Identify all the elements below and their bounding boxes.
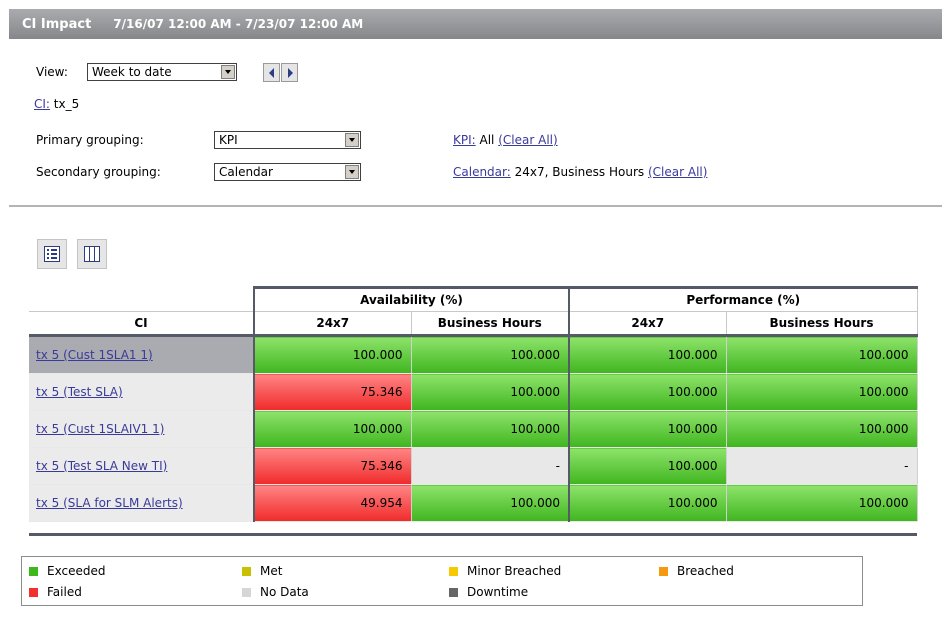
availability-business-hours-cell: - (411, 447, 570, 485)
secondary-grouping-label: Secondary grouping: (36, 165, 161, 179)
calendar-clear-all-link[interactable]: (Clear All) (648, 165, 707, 179)
performance-business-hours-cell: 100.000 (726, 484, 918, 522)
impact-table: Availability (%) Performance (%) CI 24x7… (29, 286, 918, 522)
secondary-grouping-select[interactable]: Calendar (214, 163, 361, 181)
status-legend: Exceeded Met Minor Breached Breached Fai… (21, 556, 863, 606)
legend-item: Downtime (449, 585, 528, 599)
columns-icon (84, 246, 100, 262)
availability-24x7-cell: 100.000 (253, 410, 412, 448)
view-select-value: Week to date (92, 65, 172, 79)
performance-business-hours-cell: 100.000 (726, 335, 918, 374)
legend-swatch (29, 588, 38, 597)
next-period-button[interactable] (281, 63, 298, 82)
arrow-right-icon (288, 68, 293, 78)
ci-value: tx_5 (53, 97, 80, 111)
table-row: tx 5 (Test SLA New TI) 75.346 - 100.000 … (29, 447, 918, 485)
legend-label: Exceeded (47, 564, 106, 578)
legend-item: Minor Breached (449, 564, 561, 578)
previous-period-button[interactable] (263, 63, 280, 82)
performance-group-header: Performance (%) (568, 286, 918, 312)
secondary-grouping-value: Calendar (219, 165, 273, 179)
calendar-value: 24x7, Business Hours (514, 165, 645, 179)
table-bottom-rule (29, 533, 917, 536)
column-view-button[interactable] (77, 239, 107, 269)
list-view-button[interactable] (37, 239, 67, 269)
kpi-clear-all-link[interactable]: (Clear All) (498, 133, 557, 147)
performance-24x7-cell: 100.000 (568, 484, 727, 522)
ci-row-link[interactable]: tx 5 (Cust 1SLAIV1 1) (36, 422, 164, 436)
primary-grouping-select[interactable]: KPI (214, 131, 361, 149)
availability-24x7-cell: 100.000 (253, 335, 412, 374)
performance-business-hours-header[interactable]: Business Hours (726, 311, 918, 337)
performance-24x7-header[interactable]: 24x7 (568, 311, 727, 337)
legend-label: Failed (47, 585, 82, 599)
legend-label: Breached (677, 564, 734, 578)
availability-business-hours-header[interactable]: Business Hours (411, 311, 570, 337)
legend-swatch (449, 567, 458, 576)
performance-business-hours-cell: - (726, 447, 918, 485)
legend-item: Exceeded (29, 564, 105, 578)
list-view-icon (44, 246, 60, 262)
legend-item: Breached (659, 564, 734, 578)
chevron-down-icon (345, 133, 359, 147)
performance-24x7-cell: 100.000 (568, 410, 727, 448)
ci-link[interactable]: CI: (34, 97, 50, 111)
primary-grouping-label: Primary grouping: (36, 133, 144, 147)
performance-24x7-cell: 100.000 (568, 373, 727, 411)
legend-item: No Data (242, 585, 309, 599)
legend-label: No Data (260, 585, 309, 599)
availability-business-hours-cell: 100.000 (411, 410, 570, 448)
legend-label: Downtime (467, 585, 529, 599)
performance-24x7-cell: 100.000 (568, 447, 727, 485)
availability-24x7-header[interactable]: 24x7 (253, 311, 412, 337)
page-title: CI Impact (22, 17, 92, 32)
legend-item: Failed (29, 585, 82, 599)
arrow-left-icon (269, 68, 274, 78)
chevron-down-icon (345, 165, 359, 179)
kpi-value: All (479, 133, 495, 147)
legend-swatch (242, 567, 251, 576)
availability-business-hours-cell: 100.000 (411, 484, 570, 522)
legend-label: Met (260, 564, 283, 578)
chevron-down-icon (221, 65, 235, 79)
table-row: tx 5 (Test SLA) 75.346 100.000 100.000 1… (29, 373, 918, 411)
availability-group-header: Availability (%) (253, 286, 570, 312)
primary-grouping-value: KPI (219, 133, 238, 147)
ci-row-link[interactable]: tx 5 (SLA for SLM Alerts) (36, 496, 183, 510)
table-row: tx 5 (SLA for SLM Alerts) 49.954 100.000… (29, 484, 918, 522)
ci-column-header[interactable]: CI (29, 311, 255, 337)
legend-label: Minor Breached (467, 564, 562, 578)
performance-24x7-cell: 100.000 (568, 335, 727, 374)
performance-business-hours-cell: 100.000 (726, 410, 918, 448)
availability-24x7-cell: 75.346 (253, 447, 412, 485)
ci-row-link[interactable]: tx 5 (Cust 1SLA1 1) (36, 348, 153, 362)
date-range: 7/16/07 12:00 AM - 7/23/07 12:00 AM (113, 17, 364, 31)
availability-24x7-cell: 75.346 (253, 373, 412, 411)
availability-24x7-cell: 49.954 (253, 484, 412, 522)
availability-business-hours-cell: 100.000 (411, 373, 570, 411)
table-row: tx 5 (Cust 1SLAIV1 1) 100.000 100.000 10… (29, 410, 918, 448)
legend-swatch (242, 588, 251, 597)
table-row: tx 5 (Cust 1SLA1 1) 100.000 100.000 100.… (29, 335, 918, 374)
legend-swatch (449, 588, 458, 597)
legend-item: Met (242, 564, 282, 578)
ci-row-link[interactable]: tx 5 (Test SLA) (36, 385, 123, 399)
calendar-link[interactable]: Calendar: (453, 165, 511, 179)
view-select[interactable]: Week to date (87, 63, 237, 81)
view-label: View: (36, 65, 68, 79)
performance-business-hours-cell: 100.000 (726, 373, 918, 411)
kpi-link[interactable]: KPI: (453, 133, 476, 147)
availability-business-hours-cell: 100.000 (411, 335, 570, 374)
ci-row-link[interactable]: tx 5 (Test SLA New TI) (36, 459, 167, 473)
legend-swatch (29, 567, 38, 576)
legend-swatch (659, 567, 668, 576)
title-bar: CI Impact 7/16/07 12:00 AM - 7/23/07 12:0… (9, 9, 942, 39)
